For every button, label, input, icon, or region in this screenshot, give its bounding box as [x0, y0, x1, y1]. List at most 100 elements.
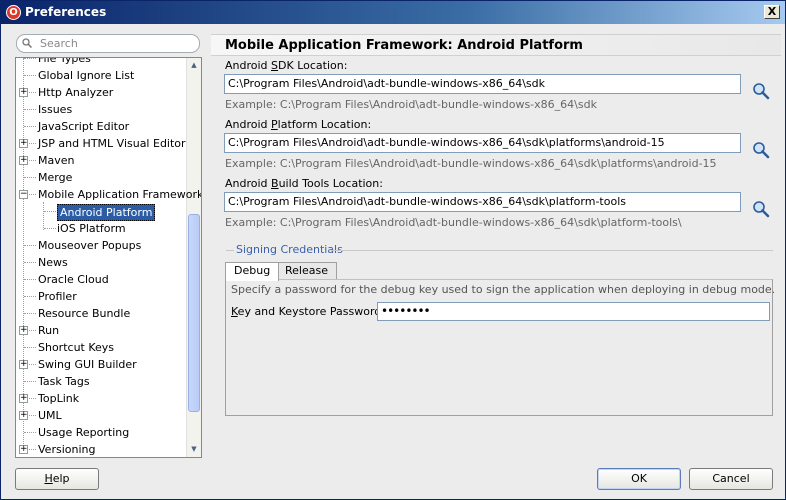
tree-item-label: Android Platform [57, 204, 156, 221]
preferences-tree[interactable]: ▲ ▼ File Types Global Ignore List + Http An… [15, 57, 202, 458]
tree-item-label: News [38, 256, 68, 269]
magnifier-browse-icon[interactable] [752, 141, 770, 159]
magnifier-browse-icon[interactable] [752, 200, 770, 218]
scroll-up-arrow-icon[interactable]: ▲ [187, 58, 201, 73]
tree-item[interactable]: Global Ignore List [16, 67, 186, 84]
tree-item[interactable]: + Versioning [16, 441, 186, 457]
platform-location-label: Android Platform Location: [225, 118, 372, 131]
tree-item-label: Maven [38, 154, 75, 167]
tree-scrollbar[interactable]: ▲ ▼ [186, 58, 201, 457]
close-button[interactable]: X [764, 5, 780, 19]
tree-item[interactable]: News [16, 254, 186, 271]
sdk-location-example: Example: C:\Program Files\Android\adt-bu… [225, 98, 597, 111]
ok-button[interactable]: OK [597, 468, 681, 490]
signing-credentials-heading: Signing Credentials [236, 243, 343, 256]
scrollbar-thumb[interactable] [188, 214, 200, 412]
sdk-location-label: Android SDK Location: [225, 59, 348, 72]
platform-location-field[interactable]: C:\Program Files\Android\adt-bundle-wind… [224, 133, 741, 153]
expand-icon[interactable]: + [19, 326, 28, 335]
tree-item[interactable]: Android Platform [16, 203, 186, 221]
keystore-password-label: Key and Keystore Password: [231, 305, 385, 318]
collapse-icon[interactable]: − [19, 190, 28, 199]
tree-connector [24, 381, 36, 382]
tree-item[interactable]: Resource Bundle [16, 305, 186, 322]
tree-item-label: Global Ignore List [38, 69, 135, 82]
tree-item-label: TopLink [38, 392, 80, 405]
search-placeholder: Search [40, 37, 78, 50]
tree-item-label: Merge [38, 171, 73, 184]
help-button[interactable]: Help [15, 468, 99, 490]
tree-item-label: Task Tags [38, 375, 90, 388]
preferences-dialog: O Preferences X Search ▲ ▼ File Types Glo… [0, 0, 786, 500]
build-tools-location-field[interactable]: C:\Program Files\Android\adt-bundle-wind… [224, 192, 741, 212]
magnifier-browse-icon[interactable] [752, 82, 770, 100]
tree-connector [24, 126, 36, 127]
tree-connector [24, 347, 36, 348]
section-divider [226, 250, 234, 251]
tree-item[interactable]: + Maven [16, 152, 186, 169]
tree-item[interactable]: Oracle Cloud [16, 271, 186, 288]
tree-item-label: UML [38, 409, 62, 422]
debug-description: Specify a password for the debug key use… [231, 283, 776, 296]
tree-item-label: JSP and HTML Visual Editor [38, 137, 186, 150]
tree-item[interactable]: + Http Analyzer [16, 84, 186, 101]
tree-item-label: Issues [38, 103, 73, 116]
title-bar[interactable]: O Preferences X [1, 1, 785, 24]
tree-item[interactable]: + Swing GUI Builder [16, 356, 186, 373]
tree-item[interactable]: Task Tags [16, 373, 186, 390]
oracle-app-icon: O [6, 5, 21, 20]
platform-location-example: Example: C:\Program Files\Android\adt-bu… [225, 157, 717, 170]
expand-icon[interactable]: + [19, 445, 28, 454]
tree-item[interactable]: Shortcut Keys [16, 339, 186, 356]
expand-icon[interactable]: + [19, 88, 28, 97]
tree-item[interactable]: Profiler [16, 288, 186, 305]
tree-item[interactable]: iOS Platform [16, 220, 186, 237]
tree-item-label: Swing GUI Builder [38, 358, 137, 371]
debug-tab-panel [225, 279, 773, 416]
expand-icon[interactable]: + [19, 156, 28, 165]
tree-item[interactable]: + TopLink [16, 390, 186, 407]
tree-item[interactable]: Issues [16, 101, 186, 118]
sdk-location-field[interactable]: C:\Program Files\Android\adt-bundle-wind… [224, 74, 741, 94]
tree-item[interactable]: Mouseover Popups [16, 237, 186, 254]
tree-item[interactable]: + UML [16, 407, 186, 424]
tree-item[interactable]: File Types [16, 57, 186, 67]
tab-release[interactable]: Release [276, 262, 337, 280]
expand-icon[interactable]: + [19, 360, 28, 369]
tree-connector [24, 109, 36, 110]
tree-connector [24, 177, 36, 178]
expand-icon[interactable]: + [19, 411, 28, 420]
scroll-down-arrow-icon[interactable]: ▼ [187, 442, 201, 457]
build-tools-location-label: Android Build Tools Location: [225, 177, 383, 190]
tree-item[interactable]: + JSP and HTML Visual Editor [16, 135, 186, 152]
tree-item-label: File Types [38, 57, 91, 65]
tree-item[interactable]: − Mobile Application Framework [16, 186, 201, 203]
tree-item-label: Shortcut Keys [38, 341, 115, 354]
tree-item[interactable]: JavaScript Editor [16, 118, 186, 135]
tab-debug[interactable]: Debug [225, 262, 280, 281]
search-input[interactable]: Search [16, 34, 200, 53]
tree-connector [24, 313, 36, 314]
tree-item-label: Mobile Application Framework [38, 188, 202, 201]
tree-item-label: iOS Platform [57, 222, 126, 235]
tree-item[interactable]: + Run [16, 322, 186, 339]
keystore-password-field[interactable]: •••••••• [377, 302, 770, 321]
expand-icon[interactable]: + [19, 394, 28, 403]
tree-connector [44, 211, 56, 212]
tree-item-label: Resource Bundle [38, 307, 131, 320]
cancel-button[interactable]: Cancel [689, 468, 773, 490]
tree-connector [44, 228, 56, 229]
tree-connector [24, 58, 36, 59]
tree-item-label: Usage Reporting [38, 426, 130, 439]
tree-item[interactable]: Usage Reporting [16, 424, 186, 441]
page-header: Mobile Application Framework: Android Pl… [211, 34, 781, 56]
tree-connector [24, 279, 36, 280]
tree-item-label: JavaScript Editor [38, 120, 130, 133]
build-tools-location-example: Example: C:\Program Files\Android\adt-bu… [225, 216, 682, 229]
tree-connector [24, 262, 36, 263]
tree-connector [24, 432, 36, 433]
tree-item[interactable]: Merge [16, 169, 186, 186]
tree-connector [24, 296, 36, 297]
tree-connector [24, 245, 36, 246]
expand-icon[interactable]: + [19, 139, 28, 148]
